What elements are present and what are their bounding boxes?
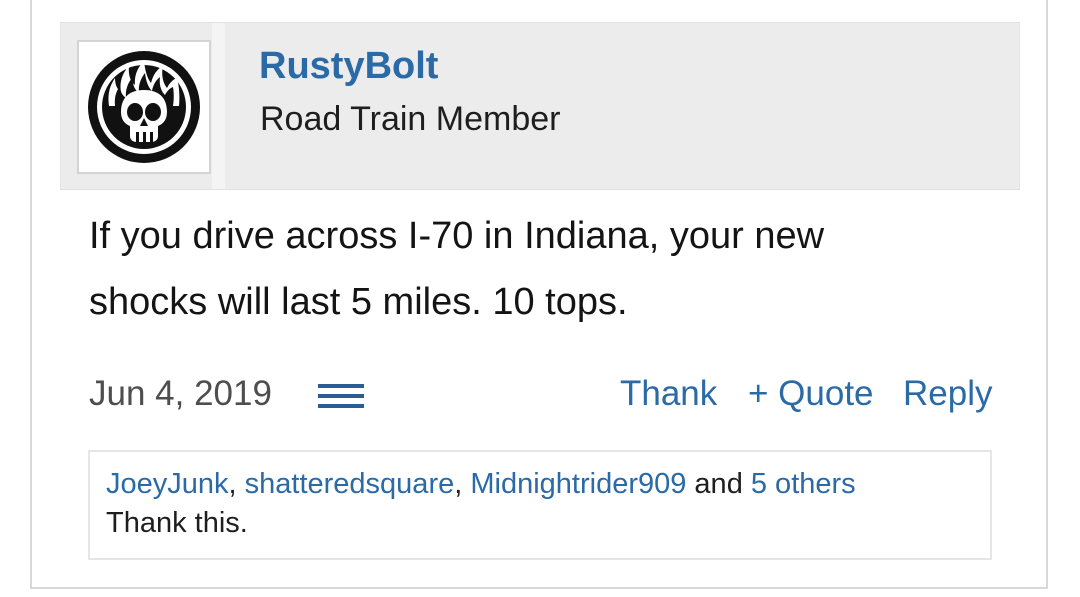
likes-users-line: JoeyJunk, shatteredsquare, Midnightrider…	[106, 468, 856, 501]
flaming-skull-icon	[88, 51, 200, 163]
post-user-header: RustyBolt Road Train Member	[60, 22, 1020, 190]
avatar[interactable]	[77, 40, 211, 174]
post-date[interactable]: Jun 4, 2019	[89, 374, 272, 414]
user-title: Road Train Member	[260, 100, 561, 138]
message-line: If you drive across I-70 in Indiana, you…	[89, 215, 825, 257]
post-message: If you drive across I-70 in Indiana, you…	[89, 203, 989, 335]
thank-button[interactable]: Thank	[620, 374, 717, 414]
likes-separator: ,	[228, 468, 245, 500]
liker-link[interactable]: Midnightrider909	[470, 468, 686, 500]
likes-suffix: Thank this.	[106, 507, 248, 539]
likes-separator: ,	[454, 468, 471, 500]
liker-link[interactable]: JoeyJunk	[106, 468, 229, 500]
username-link[interactable]: RustyBolt	[259, 45, 438, 88]
hamburger-menu-icon[interactable]	[318, 382, 364, 410]
avatar-strip	[212, 23, 225, 189]
quote-button[interactable]: + Quote	[748, 374, 874, 414]
likes-conjunction: and	[686, 468, 751, 500]
message-line: shocks will last 5 miles. 10 tops.	[89, 281, 628, 323]
liker-link[interactable]: shatteredsquare	[245, 468, 455, 500]
reply-button[interactable]: Reply	[903, 374, 992, 414]
others-link[interactable]: 5 others	[751, 468, 856, 500]
likes-summary: JoeyJunk, shatteredsquare, Midnightrider…	[88, 450, 992, 560]
